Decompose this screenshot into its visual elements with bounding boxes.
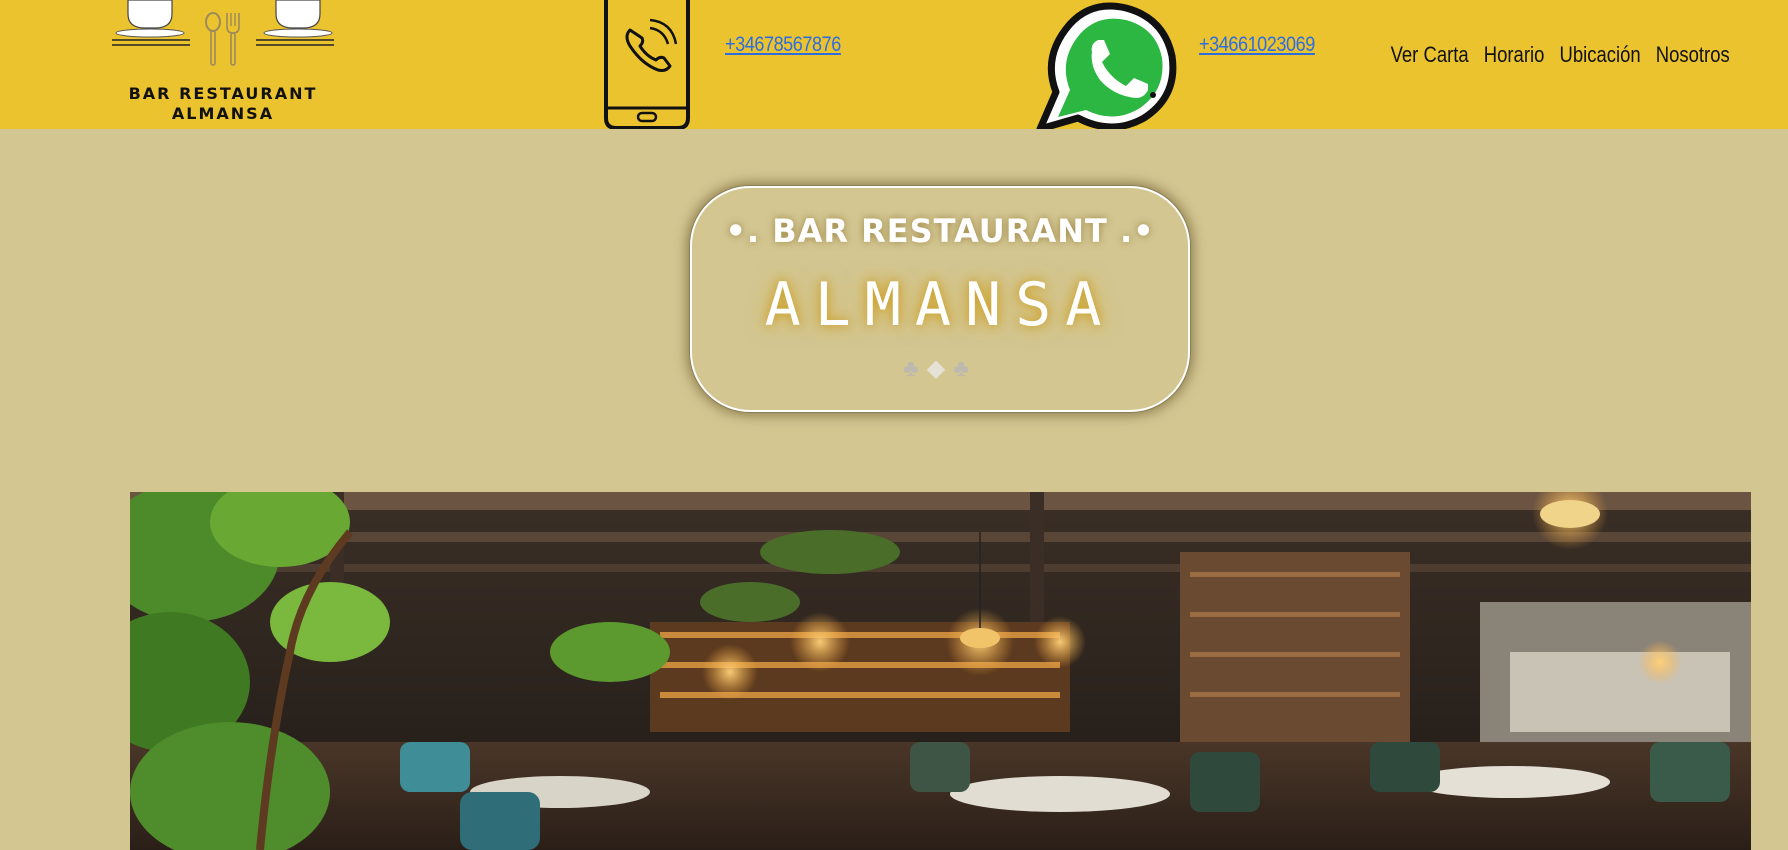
main-nav: Ver Carta Horario Ubicación Nosotros (1391, 42, 1730, 68)
logo-line-name: ALMANSA (171, 104, 275, 123)
hero-title: ALMANSA (764, 270, 1116, 340)
hero-ornament: ♣◆♣ (692, 354, 1188, 383)
restaurant-interior-photo (130, 492, 1751, 850)
hero-subtitle: •. BAR RESTAURANT .• (725, 212, 1155, 250)
phone-number-link[interactable]: +34678567876 (725, 33, 841, 57)
coffee-cups-cutlery-logo-icon (112, 0, 334, 66)
logo-line-restaurant: BAR RESTAURANT (128, 84, 318, 103)
hero-title-card: •. BAR RESTAURANT .• ALMANSA ♣◆♣ (690, 186, 1190, 412)
nav-ubicacion[interactable]: Ubicación (1560, 42, 1641, 68)
site-header: BAR RESTAURANT ALMANSA +34678567876 +346… (0, 0, 1788, 133)
phone-icon[interactable] (600, 0, 694, 130)
whatsapp-icon[interactable] (1036, 0, 1196, 133)
whatsapp-number-link[interactable]: +34661023069 (1199, 33, 1315, 57)
site-logo[interactable]: BAR RESTAURANT ALMANSA (108, 0, 338, 129)
club-suit-icon: ♣ (903, 355, 927, 382)
nav-horario[interactable]: Horario (1484, 42, 1545, 68)
nav-ver-carta[interactable]: Ver Carta (1391, 42, 1469, 68)
diamond-icon: ◆ (926, 355, 954, 382)
club-suit-icon: ♣ (953, 355, 977, 382)
nav-nosotros[interactable]: Nosotros (1656, 42, 1730, 68)
